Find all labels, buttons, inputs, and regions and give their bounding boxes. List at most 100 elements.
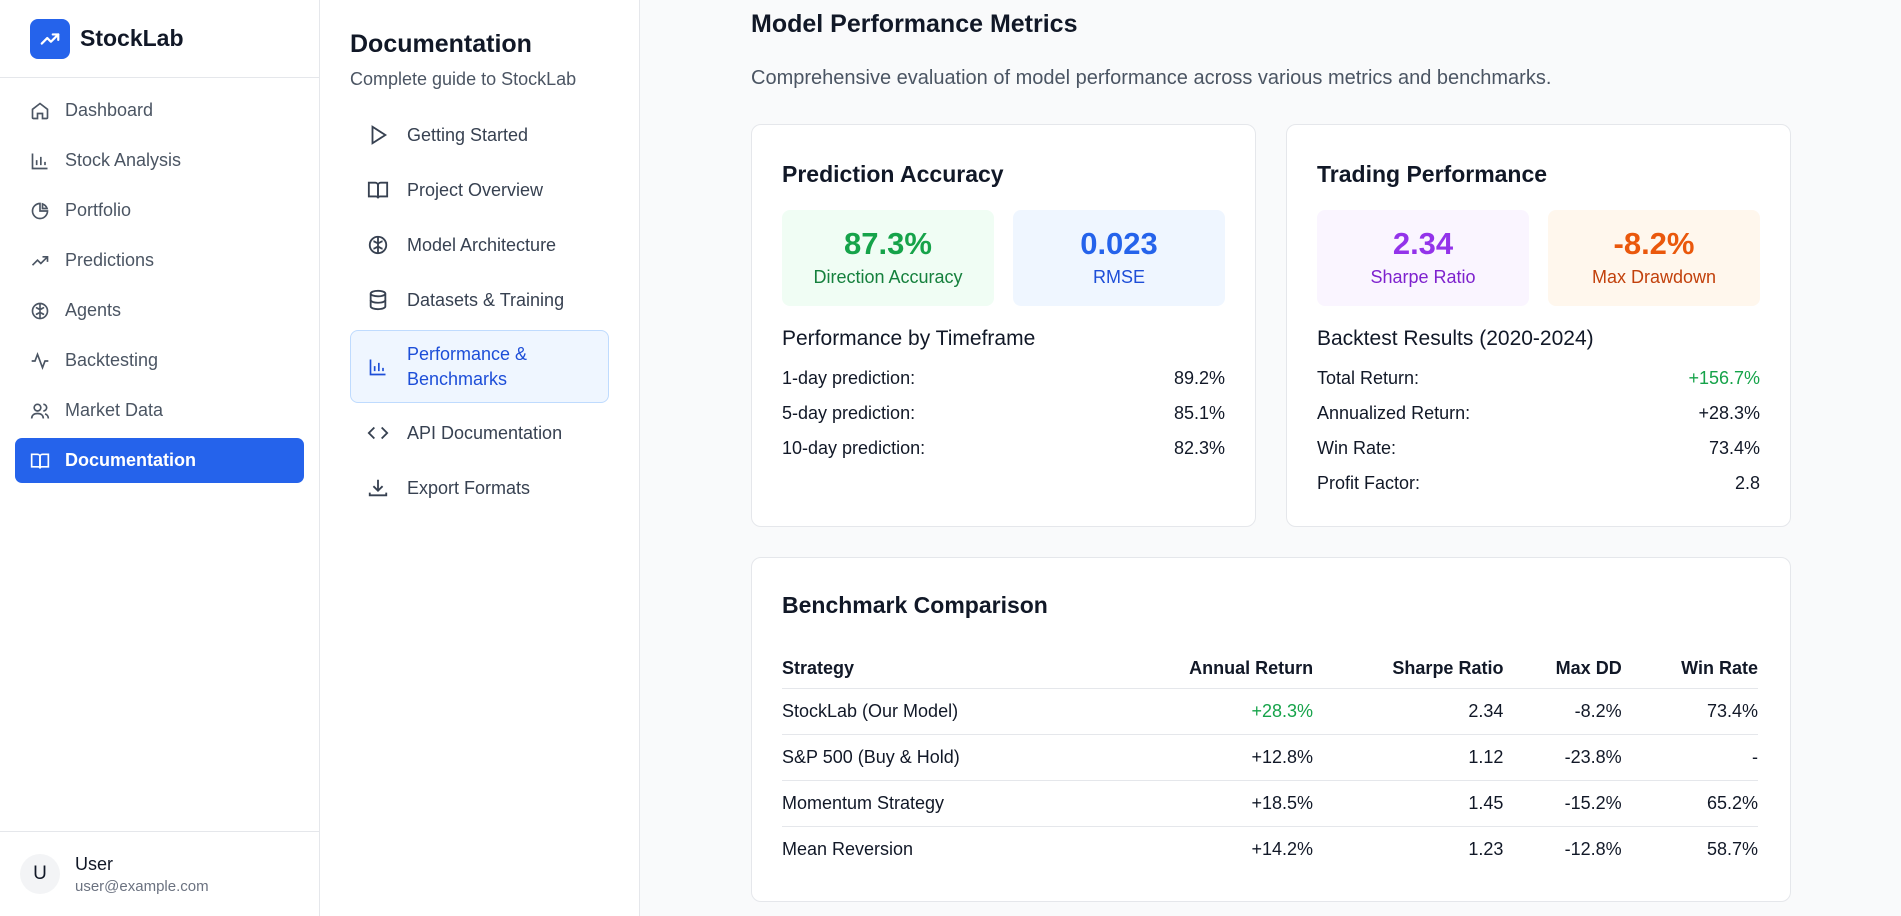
sidebar-item-backtesting[interactable]: Backtesting bbox=[15, 338, 304, 383]
timeframe-row: 5-day prediction: 85.1% bbox=[782, 403, 1225, 424]
docs-item-export-formats[interactable]: Export Formats bbox=[350, 463, 609, 513]
table-cell: 1.23 bbox=[1468, 838, 1504, 859]
stat-value: 87.3% bbox=[844, 226, 932, 261]
stat-label: Sharpe Ratio bbox=[1370, 267, 1476, 287]
row-value: 82.3% bbox=[1173, 438, 1225, 458]
column-header: Max DD bbox=[1503, 650, 1622, 689]
table-cell: +18.5% bbox=[1142, 780, 1314, 827]
table-cell: -8.2% bbox=[1503, 688, 1622, 735]
main-content: Model Performance Metrics Comprehensive … bbox=[640, 0, 1901, 916]
backtest-row: Annualized Return: +28.3% bbox=[1317, 403, 1760, 424]
sharpe-ratio-stat: 2.34 Sharpe Ratio bbox=[1317, 210, 1529, 306]
book-icon bbox=[29, 450, 51, 472]
table-cell: -23.8% bbox=[1503, 734, 1622, 781]
download-icon bbox=[365, 475, 391, 501]
table-row: StockLab (Our Model) +28.3% 2.34 -8.2% 7… bbox=[782, 688, 1758, 735]
users-icon bbox=[29, 400, 51, 422]
row-value: 85.1% bbox=[1173, 403, 1225, 423]
table-cell: 2.34 bbox=[1313, 688, 1504, 735]
table-cell: +28.3% bbox=[1142, 688, 1314, 735]
max-drawdown-stat: -8.2% Max Drawdown bbox=[1548, 210, 1760, 306]
card-title: Benchmark Comparison bbox=[782, 592, 1048, 618]
column-header: Strategy bbox=[782, 650, 1143, 689]
table-row: Momentum Strategy +18.5% 1.45 -15.2% 65.… bbox=[782, 780, 1758, 827]
avatar: U bbox=[20, 854, 60, 894]
table-cell: 1.12 bbox=[1313, 734, 1504, 781]
stat-value: -8.2% bbox=[1613, 226, 1695, 261]
docs-item-project-overview[interactable]: Project Overview bbox=[350, 165, 609, 215]
card-title: Prediction Accuracy bbox=[782, 161, 1004, 187]
stat-value: 2.34 bbox=[1392, 226, 1454, 261]
user-name: User bbox=[75, 853, 114, 874]
row-value: +156.7% bbox=[1688, 368, 1760, 388]
table-row: S&P 500 (Buy & Hold) +12.8% 1.12 -23.8% … bbox=[782, 734, 1758, 781]
activity-icon bbox=[29, 350, 51, 372]
backtest-row: Profit Factor: 2.8 bbox=[1317, 473, 1760, 494]
docs-item-label: Performance & Benchmarks bbox=[407, 344, 528, 389]
sidebar-item-predictions[interactable]: Predictions bbox=[15, 238, 304, 283]
benchmark-comparison-card: Benchmark Comparison Strategy Annual Ret… bbox=[751, 557, 1791, 902]
docs-item-datasets-training[interactable]: Datasets & Training bbox=[350, 275, 609, 325]
column-header: Win Rate bbox=[1621, 650, 1758, 689]
stat-label: Direction Accuracy bbox=[813, 267, 963, 287]
docs-item-label: Project Overview bbox=[407, 179, 544, 200]
sidebar-item-dashboard[interactable]: Dashboard bbox=[15, 88, 304, 133]
sidebar: StockLab Dashboard Stock Analysis Portfo… bbox=[0, 0, 320, 916]
table-cell: Mean Reversion bbox=[782, 838, 914, 859]
sidebar-item-market-data[interactable]: Market Data bbox=[15, 388, 304, 433]
docs-item-label: Export Formats bbox=[407, 477, 531, 498]
table-cell: 58.7% bbox=[1706, 838, 1758, 859]
table-cell: Momentum Strategy bbox=[782, 780, 1143, 827]
docs-subtitle: Complete guide to StockLab bbox=[350, 69, 577, 89]
brand[interactable]: StockLab bbox=[0, 0, 319, 78]
user-email: user@example.com bbox=[75, 877, 209, 895]
docs-nav: Documentation Complete guide to StockLab… bbox=[320, 0, 640, 916]
table-cell: StockLab (Our Model) bbox=[782, 688, 1143, 735]
sidebar-nav: Dashboard Stock Analysis Portfolio Predi… bbox=[0, 78, 319, 498]
sidebar-item-stock-analysis[interactable]: Stock Analysis bbox=[15, 138, 304, 183]
row-label: 1-day prediction: bbox=[782, 368, 916, 388]
column-header: Sharpe Ratio bbox=[1313, 650, 1504, 689]
table-cell: -15.2% bbox=[1503, 780, 1622, 827]
docs-title: Documentation bbox=[350, 30, 532, 58]
backtest-heading: Backtest Results (2020-2024) bbox=[1317, 327, 1594, 350]
card-title: Trading Performance bbox=[1317, 161, 1548, 187]
play-icon bbox=[365, 122, 391, 148]
table-row: Mean Reversion +14.2% 1.23 -12.8% 58.7% bbox=[782, 826, 1758, 872]
sidebar-item-agents[interactable]: Agents bbox=[15, 288, 304, 333]
brand-name: StockLab bbox=[80, 25, 184, 51]
rmse-stat: 0.023 RMSE bbox=[1013, 210, 1225, 306]
stat-label: RMSE bbox=[1092, 267, 1145, 287]
row-label: Total Return: bbox=[1317, 368, 1420, 388]
bar-chart-icon bbox=[365, 354, 391, 380]
sidebar-item-label: Predictions bbox=[65, 250, 155, 270]
docs-item-label: Getting Started bbox=[407, 124, 529, 145]
sidebar-item-documentation[interactable]: Documentation bbox=[15, 438, 304, 483]
pie-chart-icon bbox=[29, 200, 51, 222]
sidebar-item-label: Dashboard bbox=[65, 100, 154, 120]
row-label: Annualized Return: bbox=[1317, 403, 1471, 423]
table-cell: -12.8% bbox=[1564, 838, 1622, 859]
database-icon bbox=[365, 287, 391, 313]
timeframe-row: 10-day prediction: 82.3% bbox=[782, 438, 1225, 459]
docs-item-api-documentation[interactable]: API Documentation bbox=[350, 408, 609, 458]
prediction-accuracy-card: Prediction Accuracy 87.3% Direction Accu… bbox=[751, 124, 1256, 527]
sidebar-item-label: Agents bbox=[65, 300, 122, 320]
row-label: 10-day prediction: bbox=[782, 438, 926, 458]
code-icon bbox=[365, 420, 391, 446]
docs-item-model-architecture[interactable]: Model Architecture bbox=[350, 220, 609, 270]
table-cell: +14.2% bbox=[1251, 838, 1314, 859]
user-profile[interactable]: U User user@example.com bbox=[0, 831, 320, 916]
home-icon bbox=[29, 100, 51, 122]
sidebar-item-label: Documentation bbox=[65, 450, 197, 470]
docs-item-label: Model Architecture bbox=[407, 234, 557, 255]
sidebar-item-portfolio[interactable]: Portfolio bbox=[15, 188, 304, 233]
table-header-row: Strategy Annual Return Sharpe Ratio Max … bbox=[782, 650, 1758, 689]
docs-item-performance-benchmarks[interactable]: Performance & Benchmarks bbox=[350, 330, 609, 403]
direction-accuracy-stat: 87.3% Direction Accuracy bbox=[782, 210, 994, 306]
sidebar-item-label: Backtesting bbox=[65, 350, 159, 370]
docs-item-getting-started[interactable]: Getting Started bbox=[350, 110, 609, 160]
table-cell: +12.8% bbox=[1142, 734, 1314, 781]
book-open-icon bbox=[365, 177, 391, 203]
trending-up-icon bbox=[29, 250, 51, 272]
